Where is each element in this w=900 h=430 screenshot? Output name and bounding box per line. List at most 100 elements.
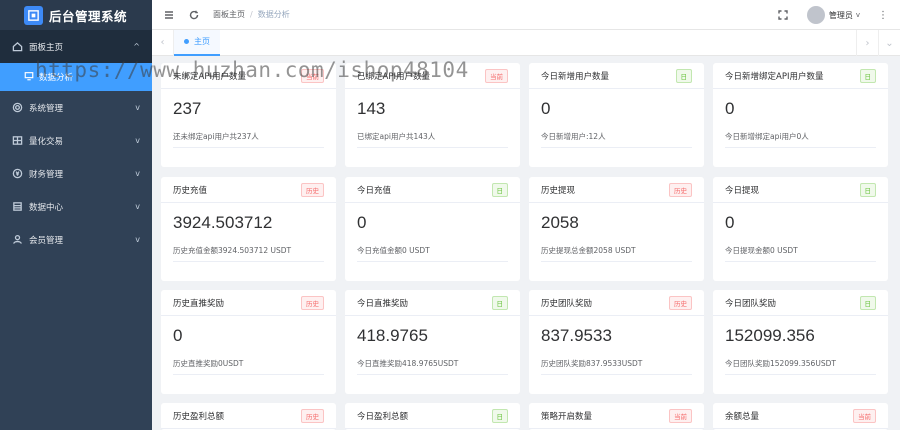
card-desc: 今日直推奖励418.9765USDT xyxy=(357,358,508,375)
tab-home[interactable]: 主页 xyxy=(174,29,220,56)
sidebar-item-label: 会员管理 xyxy=(29,235,64,246)
card-value: 152099.356 xyxy=(725,326,815,345)
breadcrumb: 面板主页 / 数据分析 xyxy=(213,9,290,20)
sidebar-item-label: 面板主页 xyxy=(29,42,64,53)
card-desc: 还未绑定api用户共237人 xyxy=(173,131,324,148)
card-desc: 今日新增绑定api用户0人 xyxy=(725,131,876,148)
card-value: 237 xyxy=(173,99,202,118)
card-badge: 历史 xyxy=(669,182,692,197)
more-icon[interactable]: ⋮ xyxy=(878,10,888,21)
card-value: 837.9533 xyxy=(541,326,612,345)
stat-card: 今日充值 日 0 今日充值金额0 USDT xyxy=(345,177,520,281)
card-title: 历史盈利总额 xyxy=(173,411,225,422)
user-icon xyxy=(11,234,23,246)
stat-card: 已绑定API用户数量 当前 143 已绑定api用户共143人 xyxy=(345,63,520,167)
card-title: 今日新增用户数量 xyxy=(541,71,610,82)
card-desc: 历史充值金额3924.503712 USDT xyxy=(173,245,324,262)
user-name[interactable]: 管理员 xyxy=(829,10,853,21)
fullscreen-icon[interactable] xyxy=(777,9,789,21)
stat-card: 今日新增绑定API用户数量 日 0 今日新增绑定api用户0人 xyxy=(713,63,888,167)
card-title: 今日直推奖励 xyxy=(357,298,409,309)
card-badge: 历史 xyxy=(669,295,692,310)
card-badge: 日 xyxy=(491,182,508,197)
tabs-prev-icon[interactable]: ‹ xyxy=(152,29,174,56)
card-badge: 当前 xyxy=(301,68,324,83)
sidebar: 后台管理系统 面板主页 ^ 数据分析 系统管理 v 量化交易 v 财务管理 v xyxy=(0,0,152,430)
card-badge: 日 xyxy=(859,295,876,310)
sidebar-item-finance[interactable]: 财务管理 v xyxy=(0,157,152,190)
card-desc: 今日充值金额0 USDT xyxy=(357,245,508,262)
card-badge: 日 xyxy=(491,408,508,423)
home-icon xyxy=(11,41,23,53)
card-badge: 日 xyxy=(491,295,508,310)
sidebar-item-dashboard[interactable]: 面板主页 ^ xyxy=(0,30,152,63)
breadcrumb-current: 数据分析 xyxy=(257,10,290,19)
sidebar-item-trading[interactable]: 量化交易 v xyxy=(0,124,152,157)
tabs-dropdown-icon[interactable]: ⌄ xyxy=(878,30,900,56)
card-value: 0 xyxy=(725,213,735,232)
logo: 后台管理系统 xyxy=(0,0,152,30)
card-desc: 已绑定api用户共143人 xyxy=(357,131,508,148)
card-desc: 历史提现总金额2058 USDT xyxy=(541,245,692,262)
stat-card: 策略开启数量 当前 xyxy=(529,403,704,430)
stat-card: 历史提现 历史 2058 历史提现总金额2058 USDT xyxy=(529,177,704,281)
stat-card: 历史充值 历史 3924.503712 历史充值金额3924.503712 USD… xyxy=(161,177,336,281)
chevron-down-icon[interactable]: v xyxy=(856,11,860,19)
stat-card: 历史直推奖励 历史 0 历史直推奖励0USDT xyxy=(161,290,336,394)
breadcrumb-home[interactable]: 面板主页 xyxy=(213,9,245,20)
stat-card: 今日提现 日 0 今日提现金额0 USDT xyxy=(713,177,888,281)
card-badge: 日 xyxy=(675,68,692,83)
logo-icon xyxy=(24,5,43,25)
chevron-down-icon: v xyxy=(135,235,140,244)
coin-icon xyxy=(11,168,23,180)
tabs-next-icon[interactable]: › xyxy=(856,30,878,56)
card-title: 今日充值 xyxy=(357,185,392,196)
sidebar-item-data-analysis[interactable]: 数据分析 xyxy=(0,63,152,91)
tab-label: 主页 xyxy=(194,37,210,46)
sidebar-item-label: 财务管理 xyxy=(29,169,64,180)
sidebar-item-label: 量化交易 xyxy=(29,136,64,147)
grid-icon xyxy=(11,135,23,147)
sidebar-item-datacenter[interactable]: 数据中心 v xyxy=(0,190,152,223)
card-value: 418.9765 xyxy=(357,326,428,345)
card-value: 0 xyxy=(357,213,367,232)
card-value: 0 xyxy=(173,326,183,345)
card-desc: 历史团队奖励837.9533USDT xyxy=(541,358,692,375)
chevron-down-icon: v xyxy=(135,136,140,145)
refresh-icon[interactable] xyxy=(188,9,200,21)
card-title: 今日盈利总额 xyxy=(357,411,409,422)
card-title: 今日新增绑定API用户数量 xyxy=(725,71,824,82)
sidebar-item-members[interactable]: 会员管理 v xyxy=(0,223,152,256)
card-title: 今日提现 xyxy=(725,185,760,196)
avatar[interactable] xyxy=(806,6,825,24)
chevron-down-icon: v xyxy=(135,103,140,112)
active-dot-icon xyxy=(184,39,189,44)
stat-card: 余额总量 当前 xyxy=(713,403,888,430)
card-badge: 历史 xyxy=(301,408,324,423)
sidebar-item-label: 数据分析 xyxy=(39,73,74,83)
chart-icon xyxy=(24,71,34,84)
card-value: 0 xyxy=(725,99,735,118)
sidebar-item-system[interactable]: 系统管理 v xyxy=(0,91,152,124)
menu-toggle-icon[interactable] xyxy=(163,9,175,21)
card-desc: 今日团队奖励152099.356USDT xyxy=(725,358,876,375)
card-title: 历史团队奖励 xyxy=(541,298,593,309)
sidebar-item-label: 数据中心 xyxy=(29,202,64,213)
tabs-bar: ‹ 主页 › ⌄ xyxy=(152,29,900,56)
card-badge: 历史 xyxy=(301,182,324,197)
chevron-down-icon: v xyxy=(135,202,140,211)
card-value: 143 xyxy=(357,99,386,118)
breadcrumb-separator: / xyxy=(250,10,253,19)
card-title: 历史提现 xyxy=(541,185,576,196)
card-title: 历史充值 xyxy=(173,185,208,196)
card-value: 0 xyxy=(541,99,551,118)
app-title: 后台管理系统 xyxy=(49,8,128,24)
card-desc: 历史直推奖励0USDT xyxy=(173,358,324,375)
stat-card: 今日直推奖励 日 418.9765 今日直推奖励418.9765USDT xyxy=(345,290,520,394)
chevron-up-icon: ^ xyxy=(133,42,140,51)
database-icon xyxy=(11,201,23,213)
card-badge: 历史 xyxy=(301,295,324,310)
card-badge: 日 xyxy=(859,182,876,197)
card-desc: 今日新增用户:12人 xyxy=(541,131,692,148)
card-badge: 当前 xyxy=(669,408,692,423)
